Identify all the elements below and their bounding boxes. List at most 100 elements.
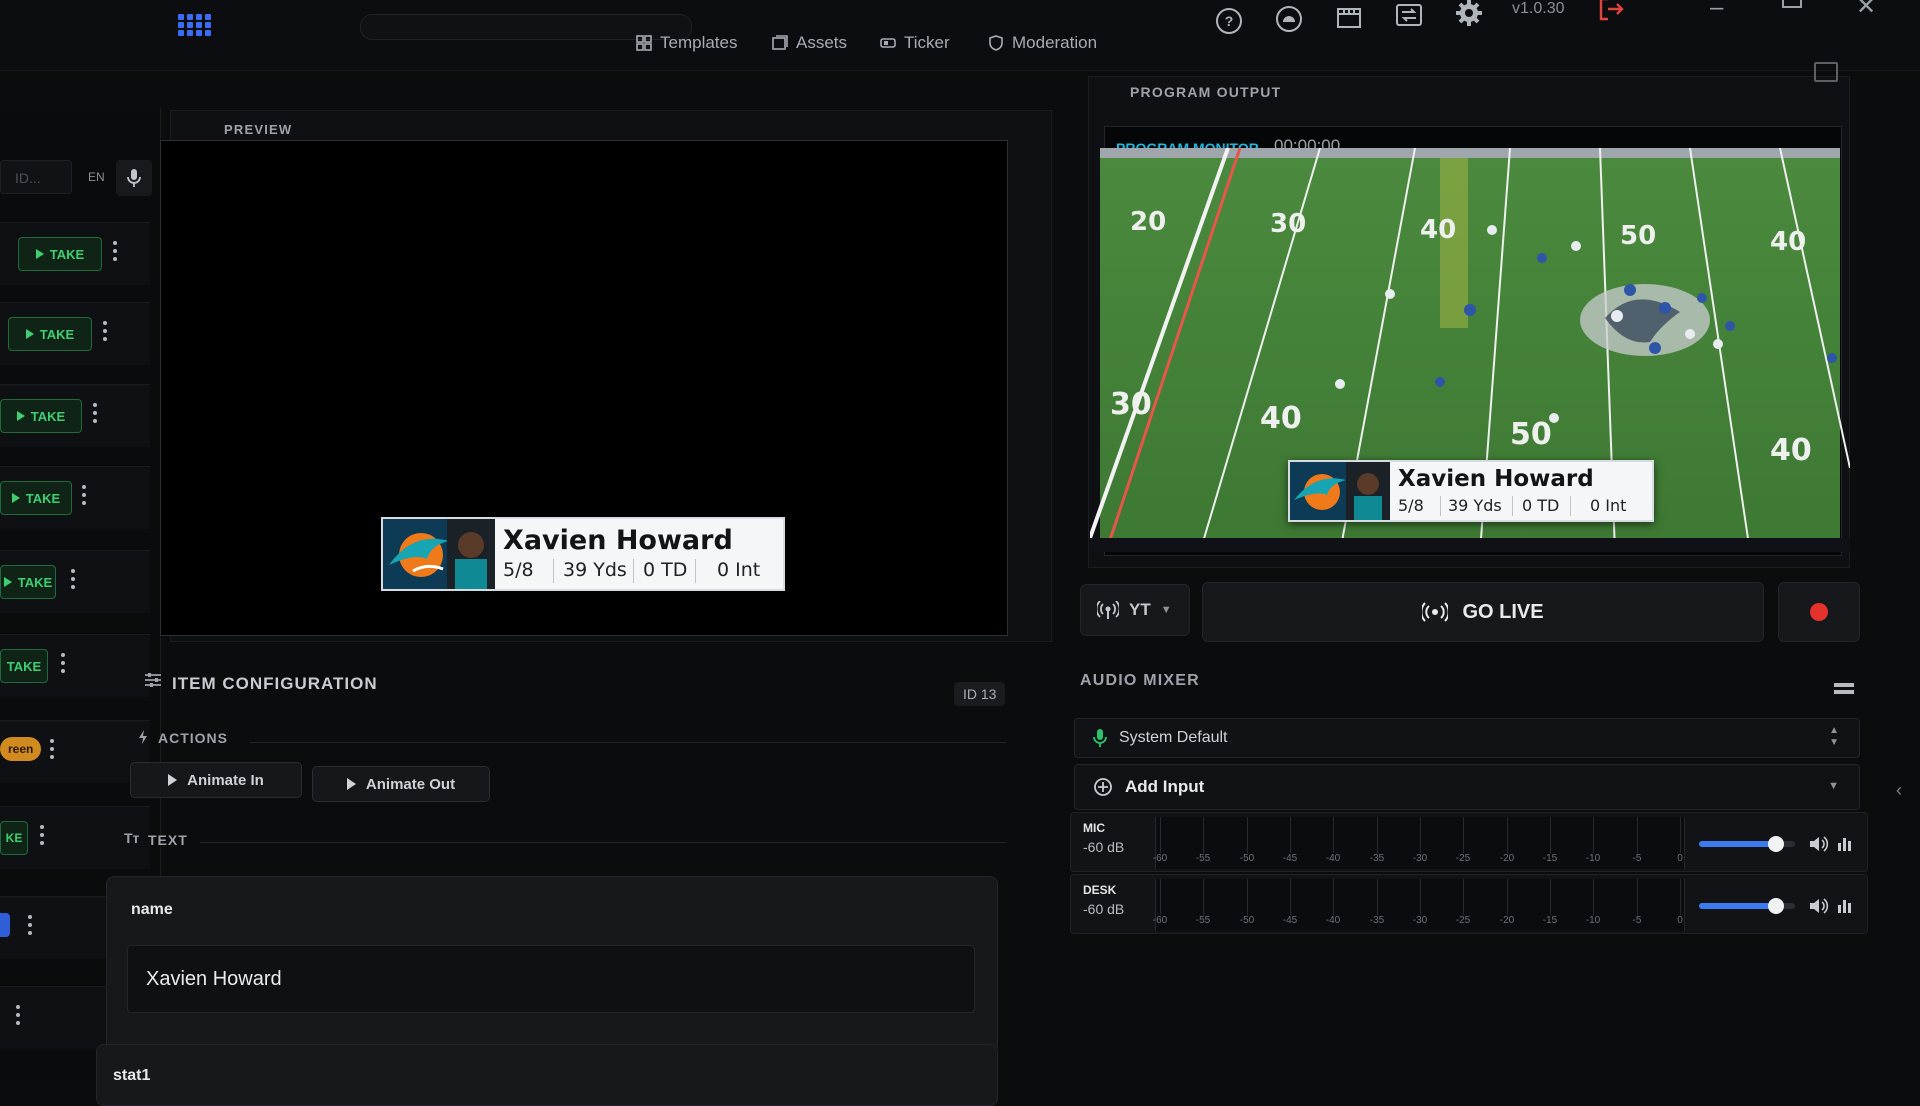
lower-third-stat: 5/8 — [1398, 496, 1424, 515]
channel-level: -60 dB — [1083, 901, 1125, 917]
add-input-label: Add Input — [1125, 777, 1205, 796]
language-label[interactable]: EN — [88, 170, 105, 184]
divider — [633, 559, 634, 583]
animate-in-button[interactable]: Animate In — [130, 762, 302, 798]
bar-chart-icon[interactable] — [1837, 835, 1853, 856]
close-button[interactable]: ✕ — [1856, 0, 1876, 21]
go-live-label: GO LIVE — [1462, 600, 1544, 623]
volume-knob[interactable] — [1767, 836, 1784, 852]
go-live-button[interactable]: GO LIVE — [1202, 582, 1764, 642]
more-icon[interactable] — [40, 825, 44, 849]
play-icon — [16, 411, 25, 421]
dictation-button[interactable] — [116, 160, 152, 196]
minimize-button[interactable]: – — [1710, 0, 1723, 22]
meter-scale-label: -5 — [1632, 853, 1642, 864]
meter-tick — [1680, 817, 1681, 853]
more-icon[interactable] — [61, 653, 65, 677]
take-button[interactable]: TAKE — [0, 399, 82, 433]
more-icon[interactable] — [50, 739, 54, 763]
take-label: TAKE — [49, 246, 85, 262]
meter-tick — [1377, 879, 1378, 915]
meter-tick — [1333, 817, 1334, 853]
speaker-icon[interactable] — [1809, 835, 1829, 858]
meter-tick — [1637, 817, 1638, 853]
menu-icon[interactable] — [1834, 682, 1854, 694]
image-icon — [772, 35, 788, 50]
rundown-item[interactable]: TAKE — [0, 302, 150, 365]
more-icon[interactable] — [16, 1005, 20, 1029]
rundown-item[interactable]: TAKE — [0, 634, 150, 697]
stream-key-button[interactable] — [1270, 0, 1308, 38]
level-meter: -60 -55 -50 -45 -40 -35 -30 -25 -20 -15 -10 -5 0 — [1153, 879, 1685, 931]
tab-assets[interactable]: Assets — [772, 28, 847, 58]
take-button[interactable]: TAKE — [0, 565, 56, 599]
meter-tick — [1333, 879, 1334, 915]
store-button[interactable] — [1330, 0, 1368, 36]
status-badge: reen — [0, 737, 42, 761]
lower-third-stat: 0 Int — [717, 559, 761, 581]
name-input[interactable]: Xavien Howard — [127, 945, 975, 1013]
tab-templates[interactable]: Templates — [636, 28, 737, 58]
help-button[interactable]: ? — [1210, 2, 1248, 40]
record-button[interactable] — [1778, 582, 1860, 642]
volume-slider[interactable] — [1699, 898, 1795, 914]
more-icon[interactable] — [93, 403, 97, 427]
field-label: name — [131, 901, 173, 918]
collapse-panel-icon[interactable]: ‹ — [1896, 780, 1902, 801]
settings-button[interactable] — [1450, 0, 1488, 32]
tab-ticker[interactable]: Ticker — [880, 28, 950, 58]
broadcast-icon — [1097, 601, 1119, 619]
volume-fill — [1699, 841, 1776, 847]
more-icon[interactable] — [28, 915, 32, 939]
config-title: ITEM CONFIGURATION — [172, 674, 378, 693]
yard-number: 30 — [1270, 209, 1306, 239]
meter-scale-label: -45 — [1282, 915, 1298, 926]
animate-out-button[interactable]: Animate Out — [312, 766, 490, 802]
volume-knob[interactable] — [1767, 898, 1784, 914]
meter-tick — [1420, 879, 1421, 915]
more-icon[interactable] — [82, 485, 86, 509]
bar-chart-icon[interactable] — [1837, 897, 1853, 918]
meter-tick — [1463, 817, 1464, 853]
rundown-item[interactable]: TAKE — [0, 222, 150, 285]
destination-select[interactable]: YT ▼ — [1080, 584, 1190, 636]
tab-label: Moderation — [1012, 33, 1098, 52]
more-icon[interactable] — [103, 321, 107, 345]
switch-button[interactable] — [1390, 0, 1428, 34]
audio-mixer-title: AUDIO MIXER — [1080, 672, 1200, 689]
popout-icon[interactable] — [1814, 62, 1838, 82]
microphone-icon — [1093, 729, 1107, 747]
switch-icon — [1396, 4, 1422, 26]
logout-button[interactable] — [1592, 0, 1630, 28]
meter-scale-label: -15 — [1542, 853, 1558, 864]
rundown-item[interactable]: TAKE — [0, 466, 150, 529]
take-button[interactable]: TAKE — [8, 317, 92, 351]
audio-device-select[interactable]: System Default ▲ ▼ — [1074, 718, 1860, 758]
take-button[interactable]: TAKE — [0, 481, 72, 515]
app-logo[interactable] — [178, 14, 214, 36]
volume-slider[interactable] — [1699, 836, 1795, 852]
channel-name: DESK — [1083, 883, 1117, 897]
meter-scale-label: -55 — [1195, 853, 1211, 864]
tab-moderation[interactable]: Moderation — [988, 28, 1097, 58]
rundown-item[interactable]: TAKE — [0, 550, 150, 613]
divider — [1440, 496, 1441, 516]
add-input-button[interactable]: Add Input ▼ — [1074, 764, 1860, 810]
maximize-button[interactable] — [1782, 0, 1802, 8]
animate-out-label: Animate Out — [365, 775, 456, 793]
speaker-icon[interactable] — [1809, 897, 1829, 920]
rundown-id-input[interactable]: ID... — [0, 160, 72, 194]
take-button[interactable]: KE — [0, 821, 28, 855]
meter-tick — [1550, 879, 1551, 915]
more-icon[interactable] — [113, 241, 117, 265]
take-button[interactable]: TAKE — [18, 237, 102, 271]
rundown-item[interactable]: TAKE — [0, 384, 150, 447]
meter-tick — [1593, 879, 1594, 915]
more-icon[interactable] — [71, 569, 75, 593]
take-button[interactable]: TAKE — [0, 649, 48, 683]
sliders-icon — [144, 672, 162, 688]
rundown-item[interactable]: reen — [0, 720, 150, 783]
text-format-icon: Tт — [124, 830, 140, 846]
divider — [1570, 496, 1571, 516]
meter-tick — [1507, 817, 1508, 853]
